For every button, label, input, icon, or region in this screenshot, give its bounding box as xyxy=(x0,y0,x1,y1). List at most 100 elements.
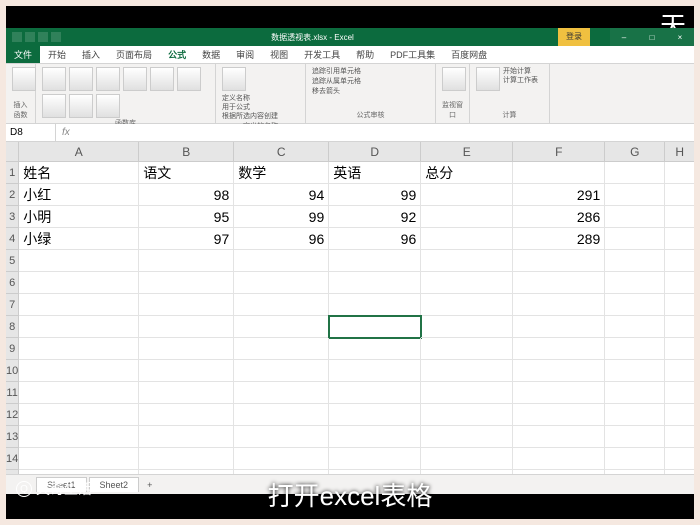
cell[interactable]: 97 xyxy=(139,228,234,250)
more-func-icon[interactable] xyxy=(96,94,120,118)
col-header[interactable]: D xyxy=(329,142,421,162)
tab-file[interactable]: 文件 xyxy=(6,46,40,63)
cell[interactable]: 289 xyxy=(513,228,605,250)
logical-icon[interactable] xyxy=(123,67,147,91)
col-header[interactable]: B xyxy=(139,142,234,162)
cell[interactable] xyxy=(234,382,329,404)
row-header[interactable]: 11 xyxy=(6,382,18,404)
col-header[interactable]: A xyxy=(19,142,139,162)
calc-now-btn[interactable]: 开始计算 xyxy=(503,67,538,76)
quick-access-toolbar[interactable] xyxy=(6,32,67,42)
cell[interactable] xyxy=(605,338,665,360)
cell[interactable] xyxy=(421,316,513,338)
recent-icon[interactable] xyxy=(69,67,93,91)
maximize-icon[interactable]: □ xyxy=(638,28,666,46)
cell[interactable] xyxy=(513,272,605,294)
use-formula-btn[interactable]: 用于公式 xyxy=(222,103,278,112)
cell[interactable] xyxy=(19,272,139,294)
cell[interactable] xyxy=(329,382,421,404)
cell[interactable] xyxy=(605,360,665,382)
cell[interactable] xyxy=(665,228,694,250)
cell[interactable] xyxy=(329,404,421,426)
cell[interactable] xyxy=(665,206,694,228)
tab-help[interactable]: 帮助 xyxy=(348,46,382,63)
close-icon[interactable]: × xyxy=(666,28,694,46)
cell[interactable] xyxy=(19,426,139,448)
spreadsheet-grid[interactable]: 12345678910111213141516 ABCDEFGH 姓名语文数学英… xyxy=(6,142,694,474)
cell[interactable] xyxy=(605,228,665,250)
text-icon[interactable] xyxy=(150,67,174,91)
cell[interactable] xyxy=(19,250,139,272)
cell[interactable] xyxy=(513,426,605,448)
cell[interactable] xyxy=(421,426,513,448)
cell[interactable] xyxy=(605,162,665,184)
cell[interactable] xyxy=(605,382,665,404)
col-header[interactable]: G xyxy=(605,142,665,162)
cell[interactable] xyxy=(665,250,694,272)
cell[interactable] xyxy=(665,360,694,382)
tab-review[interactable]: 审阅 xyxy=(228,46,262,63)
cell[interactable] xyxy=(513,404,605,426)
cell[interactable] xyxy=(19,338,139,360)
cell[interactable] xyxy=(234,316,329,338)
cell[interactable] xyxy=(329,360,421,382)
cell[interactable] xyxy=(421,294,513,316)
cell[interactable] xyxy=(19,360,139,382)
name-manager-icon[interactable] xyxy=(222,67,246,91)
cell[interactable] xyxy=(513,360,605,382)
cell[interactable] xyxy=(421,272,513,294)
cell[interactable] xyxy=(234,426,329,448)
cell[interactable] xyxy=(421,250,513,272)
cell[interactable] xyxy=(19,294,139,316)
cell[interactable]: 286 xyxy=(513,206,605,228)
cell[interactable] xyxy=(329,316,421,338)
cell[interactable] xyxy=(329,426,421,448)
cell[interactable] xyxy=(665,338,694,360)
cell[interactable] xyxy=(234,294,329,316)
cell[interactable] xyxy=(329,448,421,470)
cell[interactable] xyxy=(19,404,139,426)
cell[interactable] xyxy=(605,316,665,338)
cell[interactable] xyxy=(19,382,139,404)
row-header[interactable]: 14 xyxy=(6,448,18,470)
tab-developer[interactable]: 开发工具 xyxy=(296,46,348,63)
cell[interactable] xyxy=(605,404,665,426)
cell[interactable]: 总分 xyxy=(421,162,513,184)
from-selection-btn[interactable]: 根据所选内容创建 xyxy=(222,112,278,121)
cell[interactable] xyxy=(234,404,329,426)
cell[interactable] xyxy=(513,162,605,184)
math-icon[interactable] xyxy=(69,94,93,118)
row-header[interactable]: 5 xyxy=(6,250,18,272)
row-header[interactable]: 7 xyxy=(6,294,18,316)
insert-function-icon[interactable] xyxy=(12,67,36,91)
cell[interactable]: 291 xyxy=(513,184,605,206)
tab-pdf[interactable]: PDF工具集 xyxy=(382,46,443,63)
cell[interactable] xyxy=(421,228,513,250)
cell[interactable] xyxy=(421,448,513,470)
cell[interactable] xyxy=(421,382,513,404)
cell[interactable] xyxy=(421,206,513,228)
row-header[interactable]: 2 xyxy=(6,184,18,206)
row-header[interactable]: 13 xyxy=(6,426,18,448)
cell[interactable] xyxy=(513,448,605,470)
cell[interactable]: 98 xyxy=(139,184,234,206)
cell[interactable] xyxy=(329,250,421,272)
cell[interactable] xyxy=(234,448,329,470)
cell[interactable] xyxy=(139,272,234,294)
cell[interactable] xyxy=(665,316,694,338)
cell[interactable] xyxy=(421,338,513,360)
cell[interactable] xyxy=(513,316,605,338)
row-header[interactable]: 12 xyxy=(6,404,18,426)
cell[interactable] xyxy=(665,162,694,184)
cell[interactable]: 小绿 xyxy=(19,228,139,250)
cell[interactable] xyxy=(513,294,605,316)
cell[interactable] xyxy=(139,448,234,470)
cell[interactable]: 92 xyxy=(329,206,421,228)
cell[interactable] xyxy=(421,184,513,206)
row-header[interactable]: 3 xyxy=(6,206,18,228)
cell[interactable] xyxy=(19,448,139,470)
cell[interactable]: 94 xyxy=(234,184,329,206)
tab-layout[interactable]: 页面布局 xyxy=(108,46,160,63)
cell[interactable]: 英语 xyxy=(329,162,421,184)
cell[interactable] xyxy=(605,206,665,228)
